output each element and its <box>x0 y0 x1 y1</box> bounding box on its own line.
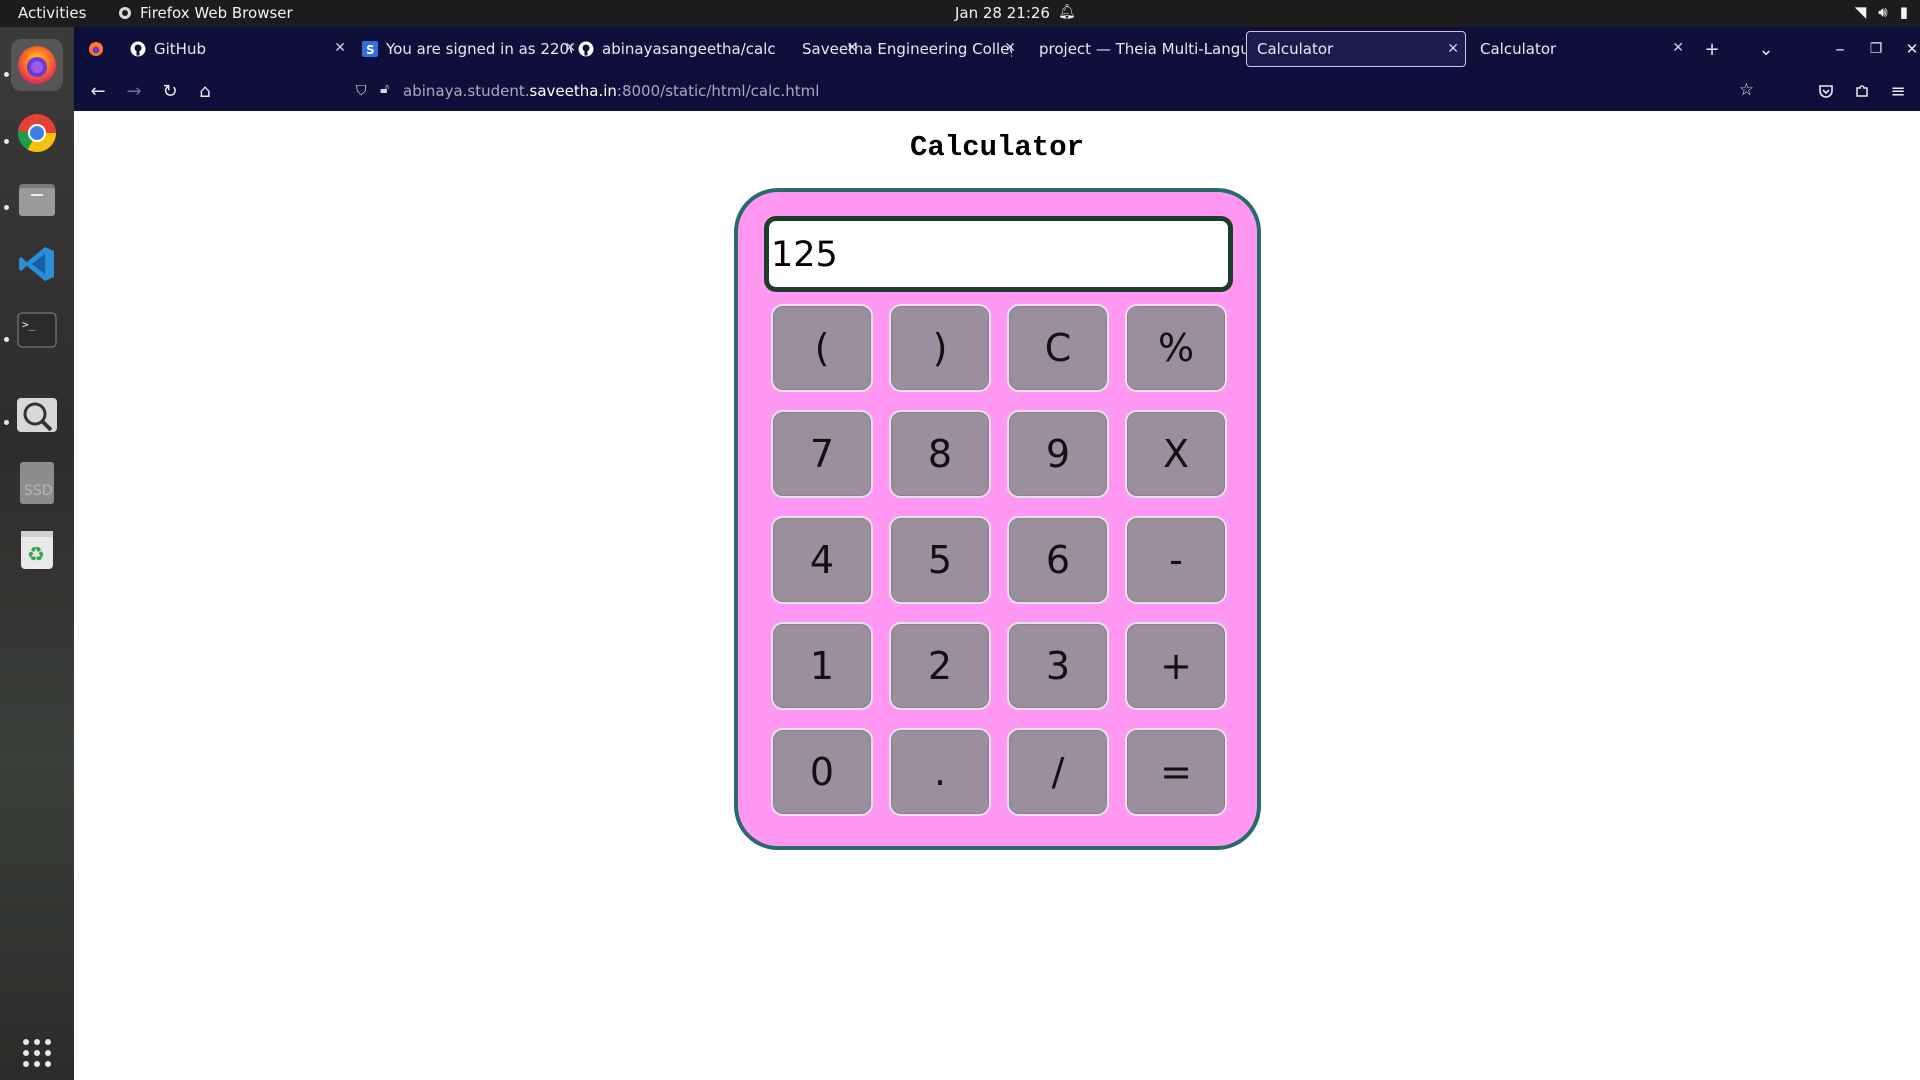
tab-label: Calculator <box>1257 40 1334 58</box>
activities-button[interactable]: Activities <box>18 4 86 22</box>
browser-nav-bar: ← → ↻ ⌂ ⛉ 🔓︎ abinaya.student.saveetha.in… <box>74 71 1920 111</box>
firefox-icon[interactable] <box>11 39 63 91</box>
browser-tab-bar: GitHub ✕ S You are signed in as 2200 ✕ a… <box>74 27 1920 71</box>
dock: >_ SSD ♻ <box>0 27 74 1080</box>
key-4[interactable]: 4 <box>771 516 873 604</box>
tab-github[interactable]: GitHub ✕ <box>120 31 352 67</box>
page-title: Calculator <box>909 131 1085 164</box>
svg-text:♻: ♻ <box>27 542 45 566</box>
running-indicator <box>4 72 9 77</box>
github-icon <box>578 41 594 57</box>
svg-text:SSD: SSD <box>24 483 53 499</box>
key-multiply[interactable]: X <box>1125 410 1227 498</box>
key-2[interactable]: 2 <box>889 622 991 710</box>
calculator-body: 125 ( ) C % 7 8 9 X 4 5 6 - 1 2 3 + 0 . … <box>734 188 1261 850</box>
ssd-drive-icon[interactable]: SSD <box>11 457 63 509</box>
tab-calculator-active[interactable]: Calculator ✕ <box>1246 31 1466 67</box>
s-logo-icon: S <box>362 41 378 57</box>
vscode-icon[interactable] <box>11 238 63 290</box>
tab-label: GitHub <box>154 40 206 58</box>
chrome-icon[interactable] <box>11 107 63 159</box>
system-top-bar: Activities Firefox Web Browser Jan 28 21… <box>0 0 1920 27</box>
close-tab-icon[interactable]: ✕ <box>1672 40 1684 56</box>
show-apps-grid-icon[interactable] <box>11 1027 63 1079</box>
forward-arrow-icon[interactable]: → <box>122 79 146 103</box>
tab-signed-in[interactable]: S You are signed in as 2200 ✕ <box>352 31 582 67</box>
home-icon[interactable]: ⌂ <box>193 79 217 103</box>
pocket-icon[interactable] <box>1814 79 1838 103</box>
close-tab-icon[interactable]: ✕ <box>1004 40 1016 56</box>
key-close-paren[interactable]: ) <box>889 304 991 392</box>
insecure-lock-icon[interactable]: 🔓︎ <box>380 81 389 97</box>
key-9[interactable]: 9 <box>1007 410 1109 498</box>
clock[interactable]: Jan 28 21:26 <box>955 4 1050 22</box>
address-bar[interactable]: ⛉ 🔓︎ abinaya.student.saveetha.in:8000/st… <box>344 75 1764 107</box>
new-tab-plus-icon[interactable]: + <box>1700 37 1724 61</box>
key-1[interactable]: 1 <box>771 622 873 710</box>
key-percent[interactable]: % <box>1125 304 1227 392</box>
key-5[interactable]: 5 <box>889 516 991 604</box>
key-6[interactable]: 6 <box>1007 516 1109 604</box>
tab-saveetha[interactable]: Saveetha Engineering Colleg ✕ <box>792 31 1022 67</box>
files-icon[interactable] <box>11 173 63 225</box>
key-open-paren[interactable]: ( <box>771 304 873 392</box>
tab-calculator[interactable]: Calculator ✕ <box>1470 31 1690 67</box>
key-clear[interactable]: C <box>1007 304 1109 392</box>
key-8[interactable]: 8 <box>889 410 991 498</box>
list-all-tabs-chevron-icon[interactable]: ⌄ <box>1754 37 1778 61</box>
extensions-puzzle-icon[interactable] <box>1850 79 1874 103</box>
url-text[interactable]: abinaya.student.saveetha.in:8000/static/… <box>403 82 819 100</box>
key-subtract[interactable]: - <box>1125 516 1227 604</box>
svg-text:S: S <box>366 43 375 57</box>
reload-icon[interactable]: ↻ <box>158 79 182 103</box>
notification-bell-icon: 🔔︎ <box>1058 4 1076 20</box>
github-icon <box>130 41 146 57</box>
key-3[interactable]: 3 <box>1007 622 1109 710</box>
close-tab-icon[interactable]: ✕ <box>1447 41 1459 57</box>
terminal-icon[interactable]: >_ <box>11 304 63 356</box>
close-window-icon[interactable]: ✕ <box>1900 37 1920 61</box>
app-name-label: Firefox Web Browser <box>140 4 293 22</box>
trash-icon[interactable]: ♻ <box>11 523 63 575</box>
restore-window-icon[interactable]: ❐ <box>1864 37 1888 61</box>
system-status-area[interactable]: ◥ 🔊︎ ▮ <box>1855 3 1908 21</box>
screenshot-search-icon[interactable] <box>11 389 63 441</box>
svg-text:>_: >_ <box>22 318 36 331</box>
firefox-small-icon <box>119 7 131 19</box>
wifi-icon: ◥ <box>1854 3 1867 21</box>
back-arrow-icon[interactable]: ← <box>86 79 110 103</box>
running-indicator <box>4 420 9 425</box>
hamburger-menu-icon[interactable]: ≡ <box>1886 79 1910 103</box>
key-7[interactable]: 7 <box>771 410 873 498</box>
bookmark-star-icon[interactable]: ☆ <box>1739 80 1754 100</box>
running-indicator <box>4 205 9 210</box>
app-menu[interactable]: Firefox Web Browser <box>118 4 293 22</box>
key-equals[interactable]: = <box>1125 728 1227 816</box>
running-indicator <box>4 337 9 342</box>
running-indicator <box>4 139 9 144</box>
tab-label: You are signed in as 2200 <box>386 40 572 58</box>
volume-icon: 🔊︎ <box>1878 3 1888 21</box>
key-divide[interactable]: / <box>1007 728 1109 816</box>
firefox-view-icon[interactable] <box>84 37 108 61</box>
calculator-display[interactable]: 125 <box>764 216 1233 292</box>
tab-label: Saveetha Engineering Colleg <box>802 40 1012 58</box>
key-decimal[interactable]: . <box>889 728 991 816</box>
close-tab-icon[interactable]: ✕ <box>334 40 346 56</box>
minimize-window-icon[interactable]: – <box>1828 37 1852 61</box>
key-add[interactable]: + <box>1125 622 1227 710</box>
key-0[interactable]: 0 <box>771 728 873 816</box>
tab-label: Calculator <box>1480 40 1557 58</box>
web-page: Calculator 125 ( ) C % 7 8 9 X 4 5 6 - 1… <box>74 111 1920 1080</box>
tracking-shield-icon[interactable]: ⛉ <box>356 83 367 99</box>
power-icon: ▮ <box>1899 3 1908 21</box>
